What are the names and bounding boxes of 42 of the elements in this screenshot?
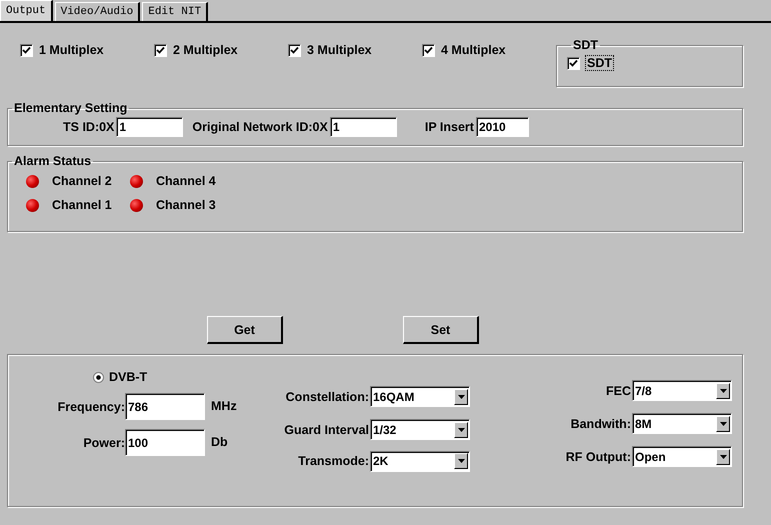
group-title: Elementary Setting — [13, 101, 128, 115]
channel-label: Channel 1 — [52, 198, 112, 212]
tab[interactable]: Output — [0, 0, 53, 21]
input-field[interactable]: 2010 — [476, 117, 529, 137]
field-label: RF Output: — [566, 450, 631, 464]
field-label: Constellation: — [286, 390, 369, 404]
dropdown[interactable]: 8M — [632, 413, 732, 434]
dropdown[interactable]: 1/32 — [370, 419, 470, 440]
input-field[interactable]: 100 — [125, 429, 205, 456]
checkbox-label: SDT — [586, 56, 613, 70]
unit-label: Db — [210, 434, 228, 449]
input-field[interactable]: 1 — [330, 117, 397, 137]
field-label: FEC — [606, 384, 631, 398]
radio-label: DVB-T — [109, 370, 148, 384]
action-button[interactable]: Get — [207, 316, 283, 344]
channel-label: Channel 3 — [156, 198, 216, 212]
channel-label: Channel 4 — [156, 174, 216, 188]
dropdown[interactable]: Open — [632, 446, 732, 467]
field-label: Original Network ID:0X — [192, 120, 328, 134]
field-label: TS ID:0X — [63, 120, 114, 134]
action-button[interactable]: Set — [403, 316, 479, 344]
field-label: Bandwith: — [570, 416, 631, 430]
input-field[interactable]: 1 — [116, 117, 184, 137]
field-label: Guard Interval — [284, 422, 369, 436]
group-title: Alarm Status — [13, 154, 92, 168]
field-label: IP Insert — [424, 120, 474, 134]
checkbox-label: 4 Multiplex — [441, 43, 506, 57]
field-label: Frequency: — [56, 399, 125, 414]
dropdown[interactable]: 2K — [370, 450, 470, 472]
input-field[interactable]: 786 — [125, 393, 205, 420]
dropdown[interactable]: 16QAM — [370, 386, 470, 407]
checkbox-label: 1 Multiplex — [39, 43, 104, 57]
field-label: Transmode: — [298, 454, 369, 468]
channel-label: Channel 2 — [52, 174, 112, 188]
checkbox-label: 3 Multiplex — [307, 43, 372, 57]
tab[interactable]: Edit NIT — [142, 2, 208, 21]
unit-label: MHz — [210, 398, 237, 413]
group-title: SDT — [572, 38, 599, 52]
dropdown[interactable]: 7/8 — [632, 380, 732, 401]
tab[interactable]: Video/Audio — [54, 2, 140, 21]
checkbox-label: 2 Multiplex — [173, 43, 238, 57]
field-label: Power: — [82, 435, 125, 450]
